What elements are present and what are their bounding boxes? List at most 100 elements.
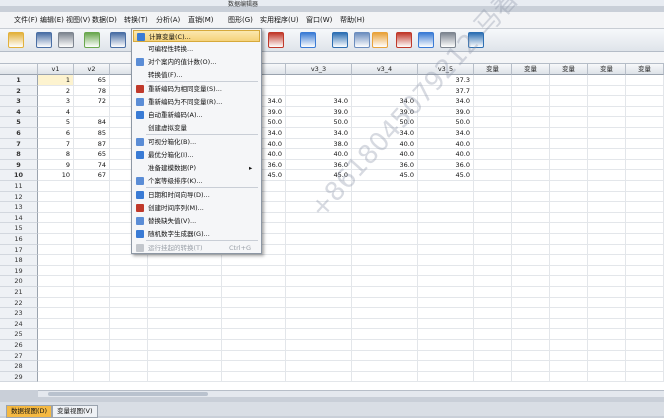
data-cell[interactable] <box>222 276 286 287</box>
data-cell[interactable] <box>550 138 588 150</box>
data-cell[interactable] <box>74 212 110 224</box>
select-icon[interactable] <box>372 32 388 48</box>
data-cell[interactable] <box>110 297 148 309</box>
menu-item-3[interactable]: 对个案内的值计数(O)... <box>133 56 260 68</box>
data-cell[interactable]: 9 <box>38 159 74 171</box>
tab-data-view[interactable]: 数据视图(D) <box>6 405 53 418</box>
menu-item-8[interactable]: 创建虚拟变量 <box>133 122 260 134</box>
data-cell[interactable] <box>222 318 286 330</box>
data-cell[interactable] <box>512 244 550 256</box>
data-cell[interactable]: 39.0 <box>352 106 418 118</box>
data-cell[interactable]: 50.0 <box>352 117 418 128</box>
data-cell[interactable] <box>38 244 74 256</box>
data-cell[interactable] <box>588 318 626 330</box>
data-cell[interactable] <box>352 340 418 351</box>
cell-editor-bar[interactable] <box>0 52 664 64</box>
data-cell[interactable] <box>38 202 74 213</box>
data-cell[interactable] <box>110 350 148 362</box>
column-header[interactable]: 变量 <box>626 64 664 75</box>
data-cell[interactable] <box>550 276 588 287</box>
split-icon[interactable] <box>332 32 348 48</box>
data-cell[interactable] <box>512 191 550 203</box>
data-cell[interactable] <box>74 371 110 383</box>
data-cell[interactable] <box>588 170 626 181</box>
data-cell[interactable]: 74 <box>74 159 110 171</box>
data-cell[interactable] <box>512 212 550 224</box>
data-cell[interactable]: 36.0 <box>418 159 474 171</box>
data-cell[interactable] <box>474 234 512 245</box>
abc-icon[interactable] <box>468 32 484 48</box>
data-cell[interactable] <box>550 234 588 245</box>
data-cell[interactable] <box>418 340 474 351</box>
horizontal-scrollbar[interactable] <box>38 390 664 397</box>
data-cell[interactable] <box>626 106 664 118</box>
row-header[interactable]: 18 <box>0 255 38 266</box>
data-cell[interactable] <box>588 297 626 309</box>
data-cell[interactable] <box>352 244 418 256</box>
data-cell[interactable] <box>474 106 512 118</box>
data-cell[interactable] <box>352 371 418 383</box>
row-header[interactable]: 9 <box>0 159 38 171</box>
data-cell[interactable] <box>286 85 352 97</box>
data-cell[interactable] <box>38 297 74 309</box>
data-cell[interactable] <box>352 287 418 298</box>
data-cell[interactable] <box>550 255 588 266</box>
menu-item-1[interactable]: 计算变量(C)... <box>133 30 260 42</box>
row-header[interactable]: 20 <box>0 276 38 287</box>
data-cell[interactable] <box>626 159 664 171</box>
data-cell[interactable] <box>74 181 110 192</box>
data-cell[interactable] <box>512 287 550 298</box>
row-header[interactable]: 14 <box>0 212 38 224</box>
data-cell[interactable] <box>474 265 512 277</box>
menu-item-5[interactable]: 重新编码为相同变量(S)... <box>133 83 260 95</box>
data-cell[interactable] <box>550 371 588 383</box>
data-cell[interactable] <box>550 202 588 213</box>
data-cell[interactable] <box>512 276 550 287</box>
data-cell[interactable] <box>286 212 352 224</box>
row-header[interactable]: 26 <box>0 340 38 351</box>
data-cell[interactable] <box>418 308 474 319</box>
data-cell[interactable] <box>588 117 626 128</box>
data-cell[interactable] <box>588 265 626 277</box>
data-cell[interactable] <box>588 85 626 97</box>
data-cell[interactable]: 7 <box>38 138 74 150</box>
data-cell[interactable] <box>74 350 110 362</box>
data-cell[interactable] <box>626 181 664 192</box>
data-cell[interactable] <box>626 265 664 277</box>
value-labels-icon[interactable] <box>396 32 412 48</box>
data-cell[interactable] <box>74 244 110 256</box>
data-cell[interactable] <box>474 329 512 340</box>
data-cell[interactable] <box>418 371 474 383</box>
data-cell[interactable] <box>110 287 148 298</box>
data-cell[interactable] <box>512 234 550 245</box>
data-cell[interactable] <box>588 128 626 139</box>
data-cell[interactable] <box>418 329 474 340</box>
data-cell[interactable] <box>352 255 418 266</box>
data-cell[interactable] <box>588 191 626 203</box>
data-cell[interactable] <box>418 244 474 256</box>
menu-item-13[interactable]: 日期和时间向导(D)... <box>133 189 260 201</box>
data-cell[interactable]: 34.0 <box>286 96 352 107</box>
menu-item-10[interactable]: 最优分箱化(I)... <box>133 149 260 161</box>
data-cell[interactable] <box>512 138 550 150</box>
data-cell[interactable] <box>286 244 352 256</box>
data-cell[interactable] <box>550 181 588 192</box>
data-cell[interactable]: 34.0 <box>418 128 474 139</box>
row-header[interactable]: 12 <box>0 191 38 203</box>
data-cell[interactable] <box>550 149 588 160</box>
data-cell[interactable] <box>286 234 352 245</box>
data-cell[interactable] <box>286 223 352 234</box>
data-cell[interactable] <box>38 308 74 319</box>
data-cell[interactable] <box>286 371 352 383</box>
row-header[interactable]: 25 <box>0 329 38 340</box>
data-cell[interactable] <box>512 170 550 181</box>
data-cell[interactable] <box>588 255 626 266</box>
menu-7[interactable]: 直销(M) <box>188 15 214 25</box>
data-cell[interactable] <box>626 371 664 383</box>
recall-dialog-icon[interactable] <box>84 32 100 48</box>
data-cell[interactable]: 36.0 <box>352 159 418 171</box>
data-cell[interactable] <box>588 329 626 340</box>
data-cell[interactable] <box>626 350 664 362</box>
data-cell[interactable] <box>550 223 588 234</box>
data-cell[interactable] <box>474 244 512 256</box>
